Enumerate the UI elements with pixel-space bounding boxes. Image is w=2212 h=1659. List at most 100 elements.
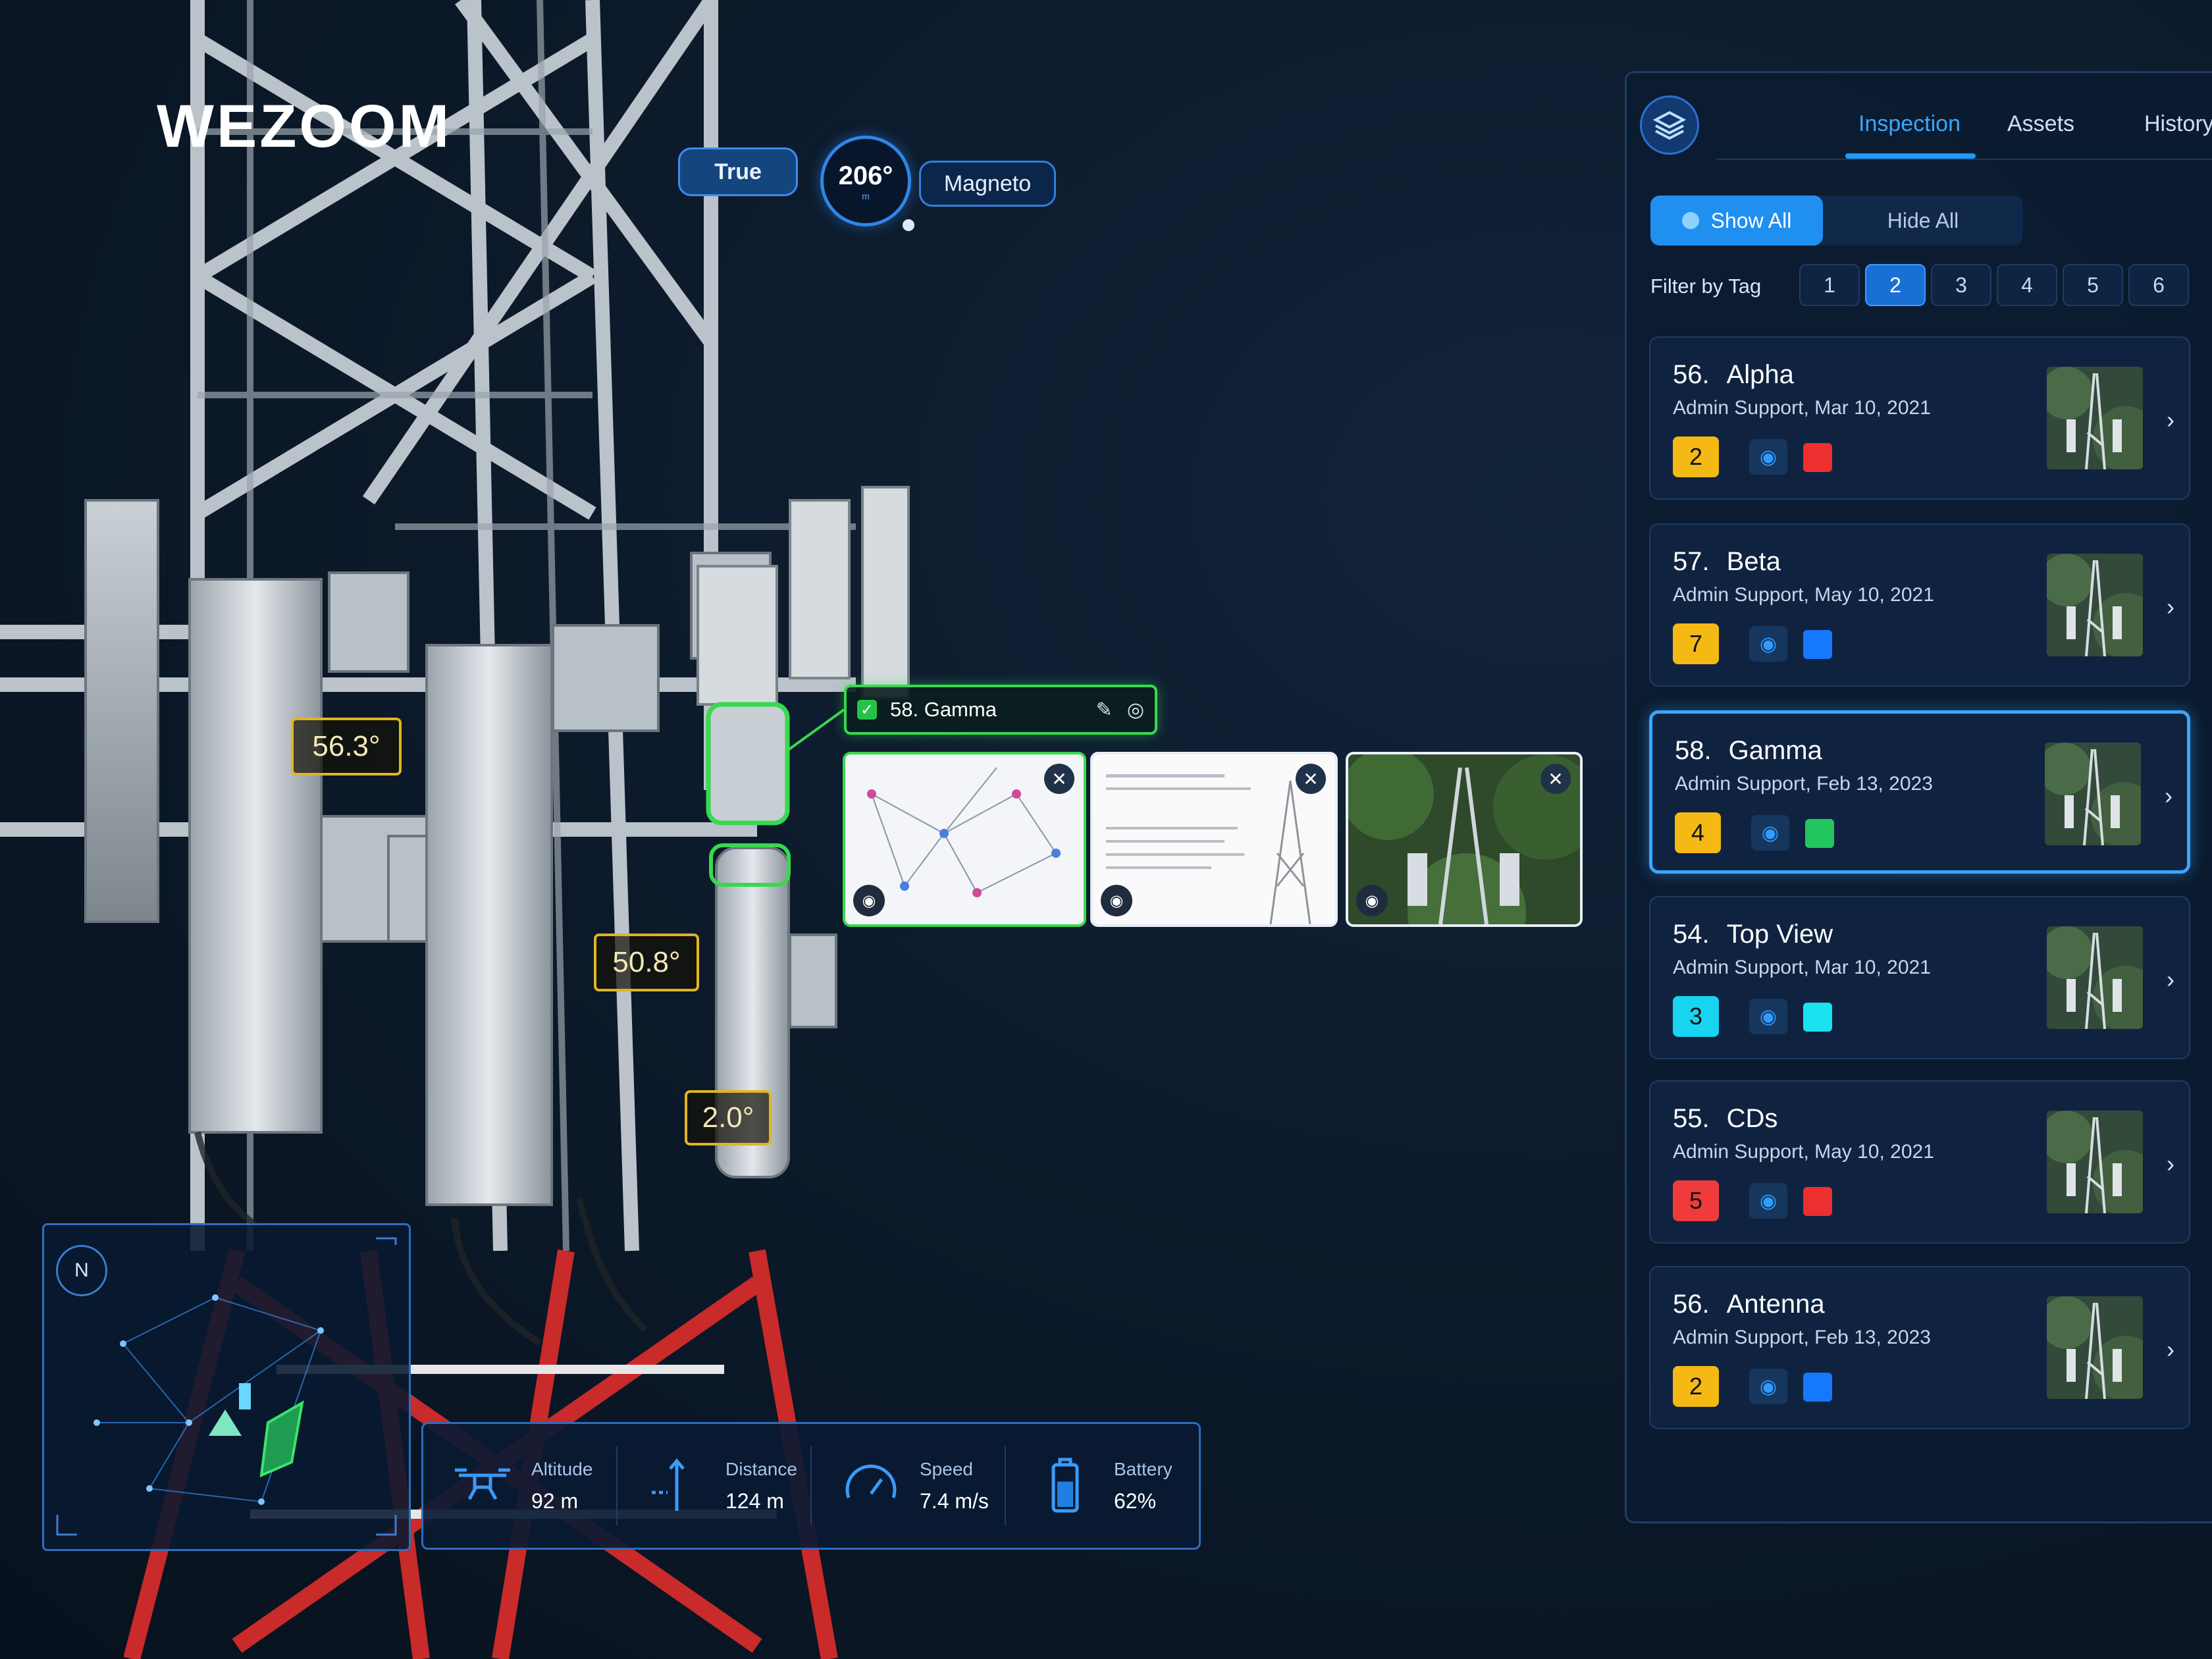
color-swatch[interactable] — [1805, 819, 1834, 848]
angle-label-1[interactable]: 56.3° — [291, 718, 402, 776]
close-icon[interactable]: ✕ — [1540, 764, 1571, 794]
attachment-network-diagram[interactable]: ✕ ◉ — [843, 752, 1086, 927]
filter-tag-5[interactable]: 5 — [2063, 264, 2123, 306]
eye-icon[interactable]: ◉ — [1749, 1369, 1787, 1404]
eye-icon[interactable]: ◉ — [1749, 999, 1787, 1034]
card-number: 56. — [1673, 1290, 1710, 1319]
angle-label-3[interactable]: 2.0° — [685, 1090, 772, 1146]
filter-tag-6[interactable]: 6 — [2128, 264, 2189, 306]
edit-icon[interactable]: ✎ — [1096, 698, 1113, 722]
eye-icon[interactable]: ◉ — [1356, 885, 1388, 916]
telemetry-distance: Distance 124 m — [618, 1446, 812, 1525]
card-thumbnail[interactable] — [2045, 743, 2141, 845]
inspection-card-5[interactable]: 55. CDs Admin Support, May 10, 2021 5 ◉ › — [1649, 1080, 2190, 1244]
selected-tag-label[interactable]: ✓ 58. Gamma ✎ ◎ — [844, 685, 1157, 735]
battery-label: Battery — [1114, 1458, 1172, 1479]
tab-inspection[interactable]: Inspection — [1858, 111, 1961, 137]
visibility-toggle: Show All Hide All — [1650, 196, 2023, 246]
inspection-card-4[interactable]: 54. Top View Admin Support, Mar 10, 2021 … — [1649, 896, 2190, 1059]
layers-icon[interactable] — [1640, 95, 1699, 155]
color-swatch[interactable] — [1803, 443, 1832, 472]
card-thumbnail[interactable] — [2047, 554, 2143, 656]
eye-icon[interactable]: ◉ — [1749, 626, 1787, 662]
distance-label: Distance — [725, 1458, 797, 1479]
chevron-right-icon[interactable]: › — [2167, 406, 2174, 434]
close-icon[interactable]: ✕ — [1296, 764, 1326, 794]
color-swatch[interactable] — [1803, 1373, 1832, 1402]
tag-badge[interactable]: 2 — [1673, 436, 1719, 477]
filter-tags: 1 2 3 4 5 6 — [1799, 264, 2189, 306]
tag-badge[interactable]: 7 — [1673, 623, 1719, 664]
inspection-card-1[interactable]: 56. Alpha Admin Support, Mar 10, 2021 2 ◉… — [1649, 336, 2190, 500]
angle-label-2[interactable]: 50.8° — [594, 934, 699, 991]
color-swatch[interactable] — [1803, 1003, 1832, 1032]
eye-icon[interactable]: ◉ — [1749, 1183, 1787, 1219]
color-swatch[interactable] — [1803, 1187, 1832, 1216]
card-thumbnail[interactable] — [2047, 367, 2143, 469]
card-subtitle: Admin Support, May 10, 2021 — [1673, 1141, 1934, 1163]
inspection-view: WEZOOM True 206° m Magneto 56.3° 50.8° 2… — [0, 0, 2212, 1659]
tag-badge[interactable]: 5 — [1673, 1180, 1719, 1221]
card-thumbnail[interactable] — [2047, 926, 2143, 1029]
show-all-label: Show All — [1710, 208, 1792, 232]
compass-knob[interactable] — [903, 219, 914, 231]
north-indicator: N — [56, 1245, 107, 1296]
tab-assets[interactable]: Assets — [2007, 111, 2074, 137]
filter-tag-4[interactable]: 4 — [1997, 264, 2057, 306]
heading-unit: m — [862, 190, 870, 201]
check-icon[interactable]: ✓ — [857, 700, 877, 720]
tag-badge[interactable]: 3 — [1673, 996, 1719, 1037]
card-title: 56. Alpha — [1673, 360, 1794, 390]
eye-icon[interactable]: ◉ — [1751, 815, 1789, 851]
magneto-heading-toggle[interactable]: Magneto — [919, 161, 1056, 207]
chevron-right-icon[interactable]: › — [2167, 1150, 2174, 1178]
card-title: 54. Top View — [1673, 920, 1833, 949]
tag-badge[interactable]: 2 — [1673, 1366, 1719, 1407]
card-number: 55. — [1673, 1104, 1710, 1133]
attachment-document[interactable]: ✕ ◉ — [1090, 752, 1338, 927]
hide-eye-icon[interactable]: ◎ — [1127, 698, 1144, 722]
card-number: 58. — [1675, 736, 1712, 765]
chevron-right-icon[interactable]: › — [2167, 966, 2174, 993]
active-tab-indicator — [1845, 153, 1976, 159]
battery-icon — [1035, 1456, 1095, 1516]
card-thumbnail[interactable] — [2047, 1296, 2143, 1399]
altitude-label: Altitude — [531, 1458, 593, 1479]
attachment-tower-photo[interactable]: ✕ ◉ — [1346, 752, 1583, 927]
chevron-right-icon[interactable]: › — [2165, 782, 2172, 810]
card-name: Beta — [1726, 547, 1781, 576]
close-icon[interactable]: ✕ — [1044, 764, 1074, 794]
speed-label: Speed — [920, 1458, 973, 1479]
card-name: CDs — [1726, 1104, 1778, 1133]
filter-tag-3[interactable]: 3 — [1931, 264, 1991, 306]
show-all-button[interactable]: Show All — [1650, 196, 1823, 246]
tag-badge[interactable]: 4 — [1675, 812, 1721, 853]
tab-history[interactable]: History — [2144, 111, 2212, 137]
filter-label: Filter by Tag — [1650, 275, 1762, 298]
eye-icon[interactable]: ◉ — [853, 885, 885, 916]
chevron-right-icon[interactable]: › — [2167, 593, 2174, 621]
card-name: Gamma — [1728, 736, 1822, 765]
panel-tabs: Inspection Assets History — [1716, 93, 2212, 160]
card-thumbnail[interactable] — [2047, 1111, 2143, 1213]
minimap[interactable]: N — [42, 1223, 411, 1551]
card-number: 54. — [1673, 920, 1710, 949]
inspection-card-3[interactable]: 58. Gamma Admin Support, Feb 13, 2023 4 ◉… — [1649, 710, 2190, 874]
compass-dial[interactable]: 206° m — [820, 136, 914, 231]
color-swatch[interactable] — [1803, 630, 1832, 659]
inspection-card-6[interactable]: 56. Antenna Admin Support, Feb 13, 2023 2… — [1649, 1266, 2190, 1429]
eye-icon[interactable]: ◉ — [1749, 439, 1787, 475]
inspection-card-2[interactable]: 57. Beta Admin Support, May 10, 2021 7 ◉ … — [1649, 523, 2190, 687]
card-name: Antenna — [1726, 1290, 1825, 1319]
card-subtitle: Admin Support, May 10, 2021 — [1673, 584, 1934, 606]
hide-all-button[interactable]: Hide All — [1823, 196, 2023, 246]
eye-icon[interactable]: ◉ — [1101, 885, 1132, 916]
filter-tag-2[interactable]: 2 — [1865, 264, 1926, 306]
true-heading-toggle[interactable]: True — [678, 147, 798, 196]
card-title: 58. Gamma — [1675, 736, 1822, 766]
card-subtitle: Admin Support, Mar 10, 2021 — [1673, 957, 1931, 978]
distance-value: 124 m — [725, 1488, 784, 1513]
telemetry-bar: Altitude 92 m Distance 124 m Speed 7.4 m… — [421, 1422, 1201, 1550]
filter-tag-1[interactable]: 1 — [1799, 264, 1860, 306]
chevron-right-icon[interactable]: › — [2167, 1336, 2174, 1363]
